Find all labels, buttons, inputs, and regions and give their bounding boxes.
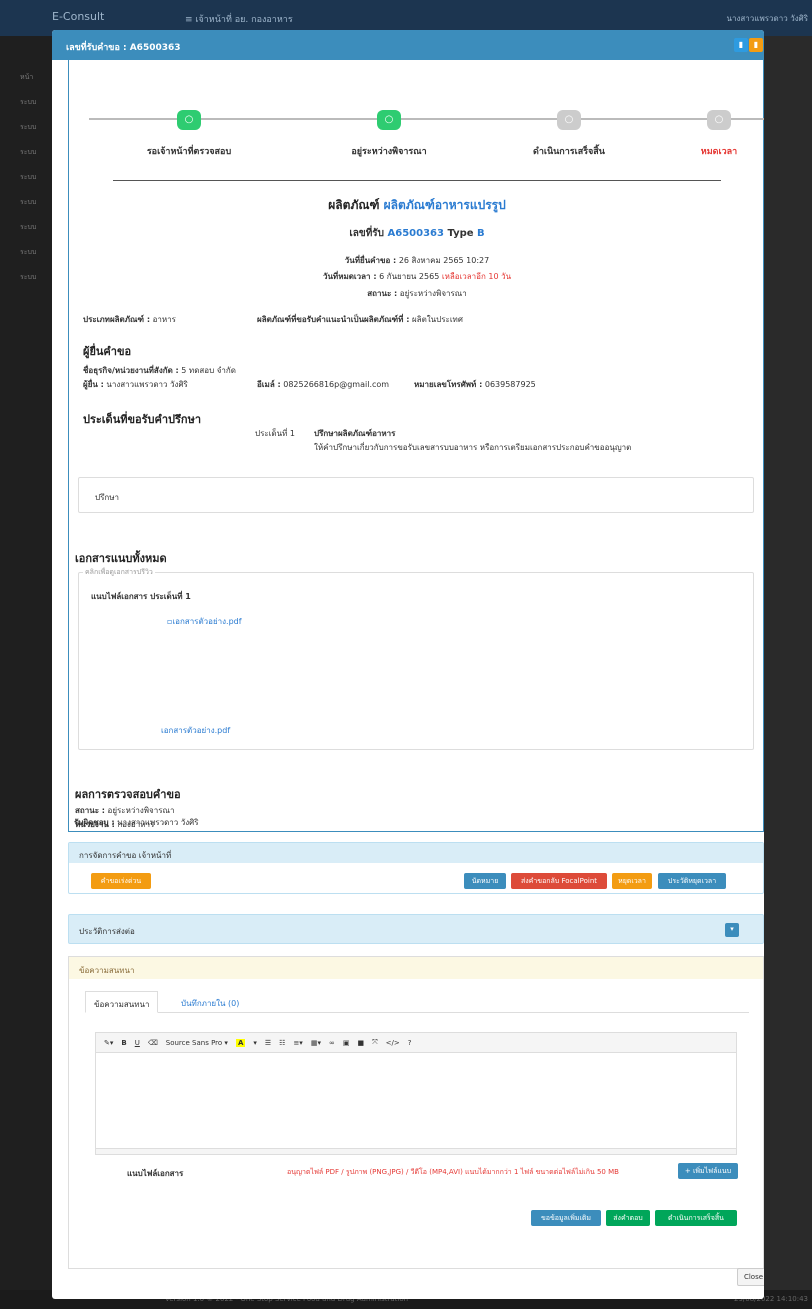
ordered-list-icon[interactable]: ☷ (279, 1039, 285, 1047)
divider (113, 180, 721, 181)
send-reply-button[interactable]: ส่งคำตอบ (606, 1210, 650, 1226)
issue-desc: ให้คำปรึกษาเกี่ยวกับการขอรับเลขสารบบอาหา… (314, 443, 632, 452)
applicant-name: ผู้ยื่น : นางสาวแพรวดาว วังศิริ (83, 380, 188, 389)
app-brand: E-Consult (52, 10, 105, 23)
font-color-icon[interactable]: A (235, 1038, 246, 1047)
step-3: ○ ดำเนินการเสร็จสิ้น (499, 110, 639, 158)
pdf-icon[interactable]: ▮ (749, 38, 763, 52)
return-focalpoint-button[interactable]: ส่งคำขอกลับ FocalPoint (511, 873, 607, 889)
step-check-icon: ○ (177, 110, 201, 130)
modal-title: เลขที่รับคำขอ : A6500363 (66, 43, 181, 53)
attachment-preview[interactable]: ▫เอกสารตัวอย่าง.pdf (167, 615, 242, 628)
step-2: ○ อยู่ระหว่างพิจารณา (319, 110, 459, 158)
bold-icon[interactable]: B (121, 1039, 126, 1047)
code-icon[interactable]: </> (386, 1039, 400, 1047)
pause-button[interactable]: หยุดเวลา (612, 873, 652, 889)
step-circle-icon: ○ (707, 110, 731, 130)
tab-internal-notes[interactable]: บันทึกภายใน (0) (181, 997, 239, 1010)
product-origin: ผลิตภัณฑ์ที่ขอรับคำแนะนำเป็นผลิตภัณฑ์ที่… (257, 315, 463, 324)
product-category: ประเภทผลิตภัณฑ์ : อาหาร (83, 315, 176, 324)
forward-title: ประวัติการส่งต่อ (79, 927, 135, 936)
issue-label: ประเด็นที่ 1 (255, 429, 295, 438)
font-select[interactable]: Source Sans Pro ▾ (166, 1039, 228, 1047)
request-card: ○ รอเจ้าหน้าที่ตรวจสอบ ○ อยู่ระหว่างพิจา… (68, 60, 764, 832)
help-icon[interactable]: ? (408, 1039, 412, 1047)
link-icon[interactable]: ∞ (329, 1039, 335, 1047)
chat-editor[interactable]: ✎▾ B U ⌫ Source Sans Pro ▾ A ▾ ☰ ☷ ≡▾ ▦▾ … (95, 1032, 737, 1155)
pause-history-button[interactable]: ประวัติหยุดเวลา (658, 873, 726, 889)
modal-header: เลขที่รับคำขอ : A6500363 ▮ ▮ (52, 30, 764, 60)
applicant-heading: ผู้ยื่นคำขอ (83, 345, 132, 358)
step-circle-icon: ○ (557, 110, 581, 130)
finish-button[interactable]: ดำเนินการเสร็จสิ้น (655, 1210, 737, 1226)
urgent-button[interactable]: คำขอเร่งด่วน (91, 873, 151, 889)
step-label: ดำเนินการเสร็จสิ้น (533, 147, 605, 157)
applicant-phone: หมายเลขโทรศัพท์ : 0639587925 (414, 380, 536, 389)
issues-heading: ประเด็นที่ขอรับคำปรึกษา (83, 413, 202, 426)
status-line: สถานะ : อยู่ระหว่างพิจารณา (367, 289, 467, 298)
expire-date: วันที่หมดเวลา : 6 กันยายน 2565 เหลือเวลา… (322, 272, 512, 281)
chat-tabs: ข้อความสนทนา บันทึกภายใน (0) (85, 991, 749, 1013)
chat-title: ข้อความสนทนา (69, 957, 763, 979)
step-label: อยู่ระหว่างพิจารณา (351, 147, 427, 157)
magic-icon[interactable]: ✎▾ (104, 1039, 113, 1047)
eraser-icon[interactable]: ⌫ (148, 1039, 158, 1047)
request-modal: เลขที่รับคำขอ : A6500363 ▮ ▮ ○ รอเจ้าหน้… (52, 30, 764, 1299)
product-title: ผลิตภัณฑ์ ผลิตภัณฑ์อาหารแปรรูป (328, 198, 506, 212)
step-label: รอเจ้าหน้าที่ตรวจสอบ (146, 147, 232, 157)
document-icon[interactable]: ▮ (734, 38, 748, 52)
attach-label: แนบไฟล์เอกสาร (127, 1169, 184, 1178)
applicant-email: อีเมล์ : 0825266816p@gmail.com (257, 380, 390, 389)
manage-panel: การจัดการคำขอ เจ้าหน้าที่ คำขอเร่งด่วน น… (68, 842, 764, 894)
appoint-button[interactable]: นัดหมาย (464, 873, 506, 889)
editor-resize-handle[interactable] (96, 1148, 736, 1154)
close-button[interactable]: Close (737, 1268, 764, 1286)
add-file-button[interactable]: + เพิ่มไฟล์แนบ (678, 1163, 738, 1179)
receipt-line: เลขที่รับ A6500363 Type B (349, 228, 485, 239)
attachment-link[interactable]: เอกสารตัวอย่าง.pdf (161, 724, 230, 737)
attachments-group: แนบไฟล์เอกสาร ประเด็นที่ 1 (91, 592, 191, 601)
issue-note-box: ปรึกษา (78, 477, 754, 513)
applicant-org: ชื่อธุรกิจ/หน่วยงานที่สังกัด : 5 ทดสอบ จ… (83, 366, 236, 375)
editor-toolbar: ✎▾ B U ⌫ Source Sans Pro ▾ A ▾ ☰ ☷ ≡▾ ▦▾ … (96, 1033, 736, 1053)
submit-date: วันที่ยื่นคำขอ : 26 สิงหาคม 2565 10:27 (344, 256, 490, 265)
forward-panel[interactable]: ประวัติการส่งต่อ ▾ (68, 914, 764, 944)
app-user: นางสาวแพรวดาว วังศิริ (726, 14, 808, 23)
align-icon[interactable]: ≡▾ (293, 1039, 302, 1047)
video-icon[interactable]: ■ (357, 1039, 364, 1047)
attachments-hint: คลิกเพื่อดูเอกสารปรีวิว (83, 567, 155, 578)
step-4: ○ หมดเวลา (649, 110, 764, 158)
fullscreen-icon[interactable]: ⤧ (372, 1038, 378, 1047)
attachments-heading: เอกสารแนบทั้งหมด (75, 552, 167, 565)
table-icon[interactable]: ▦▾ (311, 1039, 321, 1047)
unordered-list-icon[interactable]: ☰ (265, 1039, 271, 1047)
image-icon[interactable]: ▣ (343, 1039, 350, 1047)
progress-steps: ○ รอเจ้าหน้าที่ตรวจสอบ ○ อยู่ระหว่างพิจา… (89, 110, 764, 160)
app-menu: ≡ เจ้าหน้าที่ อย. กองอาหาร (185, 15, 293, 25)
manage-title: การจัดการคำขอ เจ้าหน้าที่ (69, 843, 763, 863)
allowed-files-note: อนุญาตไฟล์ PDF / รูปภาพ (PNG,JPG) / วีดี… (287, 1168, 619, 1176)
result-heading: ผลการตรวจสอบคำขอ (75, 788, 181, 801)
chevron-down-icon[interactable]: ▾ (725, 923, 739, 937)
result-owner: รับผิดชอบ : นางสาวแพรวดาว วังศิริ (74, 818, 199, 827)
step-label: หมดเวลา (700, 147, 738, 157)
underline-icon[interactable]: U (135, 1039, 140, 1047)
chat-panel: ข้อความสนทนา ข้อความสนทนา บันทึกภายใน (0… (68, 956, 764, 1269)
attachments-box: คลิกเพื่อดูเอกสารปรีวิว แนบไฟล์เอกสาร ปร… (78, 567, 754, 750)
step-check-icon: ○ (377, 110, 401, 130)
request-more-info-button[interactable]: ขอข้อมูลเพิ่มเติม (531, 1210, 601, 1226)
step-1: ○ รอเจ้าหน้าที่ตรวจสอบ (119, 110, 259, 158)
issue-title: ปรึกษาผลิตภัณฑ์อาหาร (314, 429, 396, 438)
tab-chat[interactable]: ข้อความสนทนา (85, 991, 159, 1013)
issue-note: ปรึกษา (95, 493, 119, 502)
